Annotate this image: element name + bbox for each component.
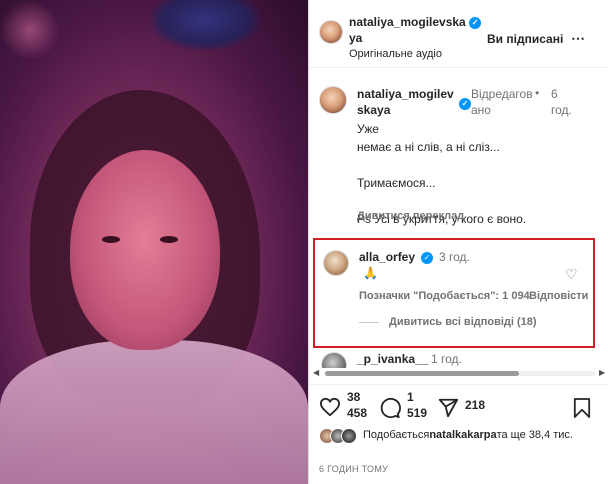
- comment-likes-count[interactable]: Позначки "Подобається": 1 094: [359, 290, 530, 302]
- reel-video[interactable]: [0, 0, 308, 484]
- horizontal-scrollbar[interactable]: ◀ ▶: [313, 368, 607, 378]
- post-actions-bar: 38 458 1 519 218: [309, 384, 608, 428]
- author-username[interactable]: nataliya_mogilevska ✓ ya: [349, 14, 489, 46]
- post-time-ago[interactable]: 6 ГОДИН ТОМУ: [319, 464, 388, 474]
- caption-username-line2: skaya: [357, 103, 391, 117]
- author-username-line2: ya: [349, 31, 363, 45]
- commenter-username[interactable]: _p_ivanka__: [357, 352, 428, 366]
- save-bookmark-icon[interactable]: [573, 397, 591, 419]
- verified-badge-icon: ✓: [469, 16, 482, 29]
- scrollbar-track[interactable]: [325, 371, 595, 376]
- highlighted-comment: alla_orfey ✓ 3 год. 🙏 ♡ Позначки "Подоба…: [313, 238, 595, 348]
- caption-author-avatar[interactable]: [319, 86, 347, 114]
- comment-text: 🙏: [363, 266, 378, 280]
- liked-by-prefix: Подобається: [363, 429, 430, 441]
- caption-author-username[interactable]: nataliya_mogilev skaya ✓: [357, 86, 471, 118]
- video-person-eye-right: [160, 236, 178, 243]
- video-person-shirt: [0, 340, 308, 484]
- share-send-icon[interactable]: [437, 397, 459, 419]
- author-username-line1: nataliya_mogilevska: [349, 15, 466, 29]
- likes-count[interactable]: 38 458: [347, 389, 367, 421]
- comments-feed[interactable]: nataliya_mogilev skaya ✓ Відредагов ано …: [309, 68, 608, 368]
- comment-timestamp: 1 год.: [431, 352, 462, 366]
- reply-button[interactable]: Відповісти: [529, 290, 588, 302]
- shares-count[interactable]: 218: [465, 397, 485, 413]
- edited-label-line1: Відредагов: [471, 87, 533, 101]
- following-status-button[interactable]: Ви підписані: [487, 32, 563, 46]
- post-panel: nataliya_mogilevska ✓ ya Оригінальне ауд…: [308, 0, 608, 484]
- liker-avatar[interactable]: [341, 428, 357, 444]
- like-heart-icon[interactable]: [319, 397, 341, 417]
- scroll-left-arrow-icon[interactable]: ◀: [313, 368, 319, 378]
- original-audio-link[interactable]: Оригінальне аудіо: [349, 48, 442, 60]
- video-lamp-shade: [150, 0, 260, 50]
- video-person-face: [70, 150, 220, 350]
- edited-label-line2: ано: [471, 103, 491, 117]
- liked-by-user[interactable]: natalkakarpa: [429, 429, 496, 441]
- likes-count-line2: 458: [347, 406, 368, 420]
- commenter-username[interactable]: alla_orfey: [359, 250, 415, 264]
- liked-by-text[interactable]: Подобаєтьсяnatalkakarpaта ще 38,4 тис.: [363, 428, 603, 442]
- edited-label: Відредагов ано: [471, 86, 533, 118]
- commenter-avatar[interactable]: [321, 352, 347, 368]
- scroll-right-arrow-icon[interactable]: ▶: [599, 368, 605, 378]
- verified-badge-icon: ✓: [421, 252, 433, 264]
- caption-username-line1: nataliya_mogilev: [357, 87, 454, 101]
- separator-dot: •: [535, 86, 540, 100]
- commenter-avatar[interactable]: [323, 250, 349, 276]
- post-header: nataliya_mogilevska ✓ ya Оригінальне ауд…: [309, 0, 608, 68]
- comments-count-line1: 1: [407, 390, 414, 404]
- video-person-eye-left: [102, 236, 120, 243]
- caption-time-line2: год.: [551, 103, 572, 117]
- likes-count-line1: 38: [347, 390, 361, 404]
- comments-count-line2: 519: [407, 406, 428, 420]
- caption-timestamp: 6 год.: [551, 86, 581, 118]
- replies-divider: [359, 322, 379, 323]
- liked-by-suffix: та ще 38,4 тис.: [496, 429, 573, 441]
- more-options-icon[interactable]: ⋯: [571, 30, 586, 47]
- view-replies-button[interactable]: Дивитись всі відповіді (18): [389, 316, 537, 328]
- scrollbar-thumb[interactable]: [325, 371, 519, 376]
- like-comment-heart-icon[interactable]: ♡: [565, 266, 578, 283]
- author-avatar[interactable]: [319, 20, 343, 44]
- verified-badge-icon: ✓: [459, 98, 471, 110]
- caption-time-line1: 6: [551, 87, 558, 101]
- comments-count[interactable]: 1 519: [407, 389, 427, 421]
- video-light-glow: [0, 0, 60, 60]
- comment-timestamp: 3 год.: [439, 250, 470, 264]
- see-translation-link[interactable]: Дивитися переклад: [357, 210, 464, 222]
- liked-by-row: Подобаєтьсяnatalkakarpaта ще 38,4 тис.: [319, 428, 608, 448]
- comment-bubble-icon[interactable]: [379, 397, 401, 419]
